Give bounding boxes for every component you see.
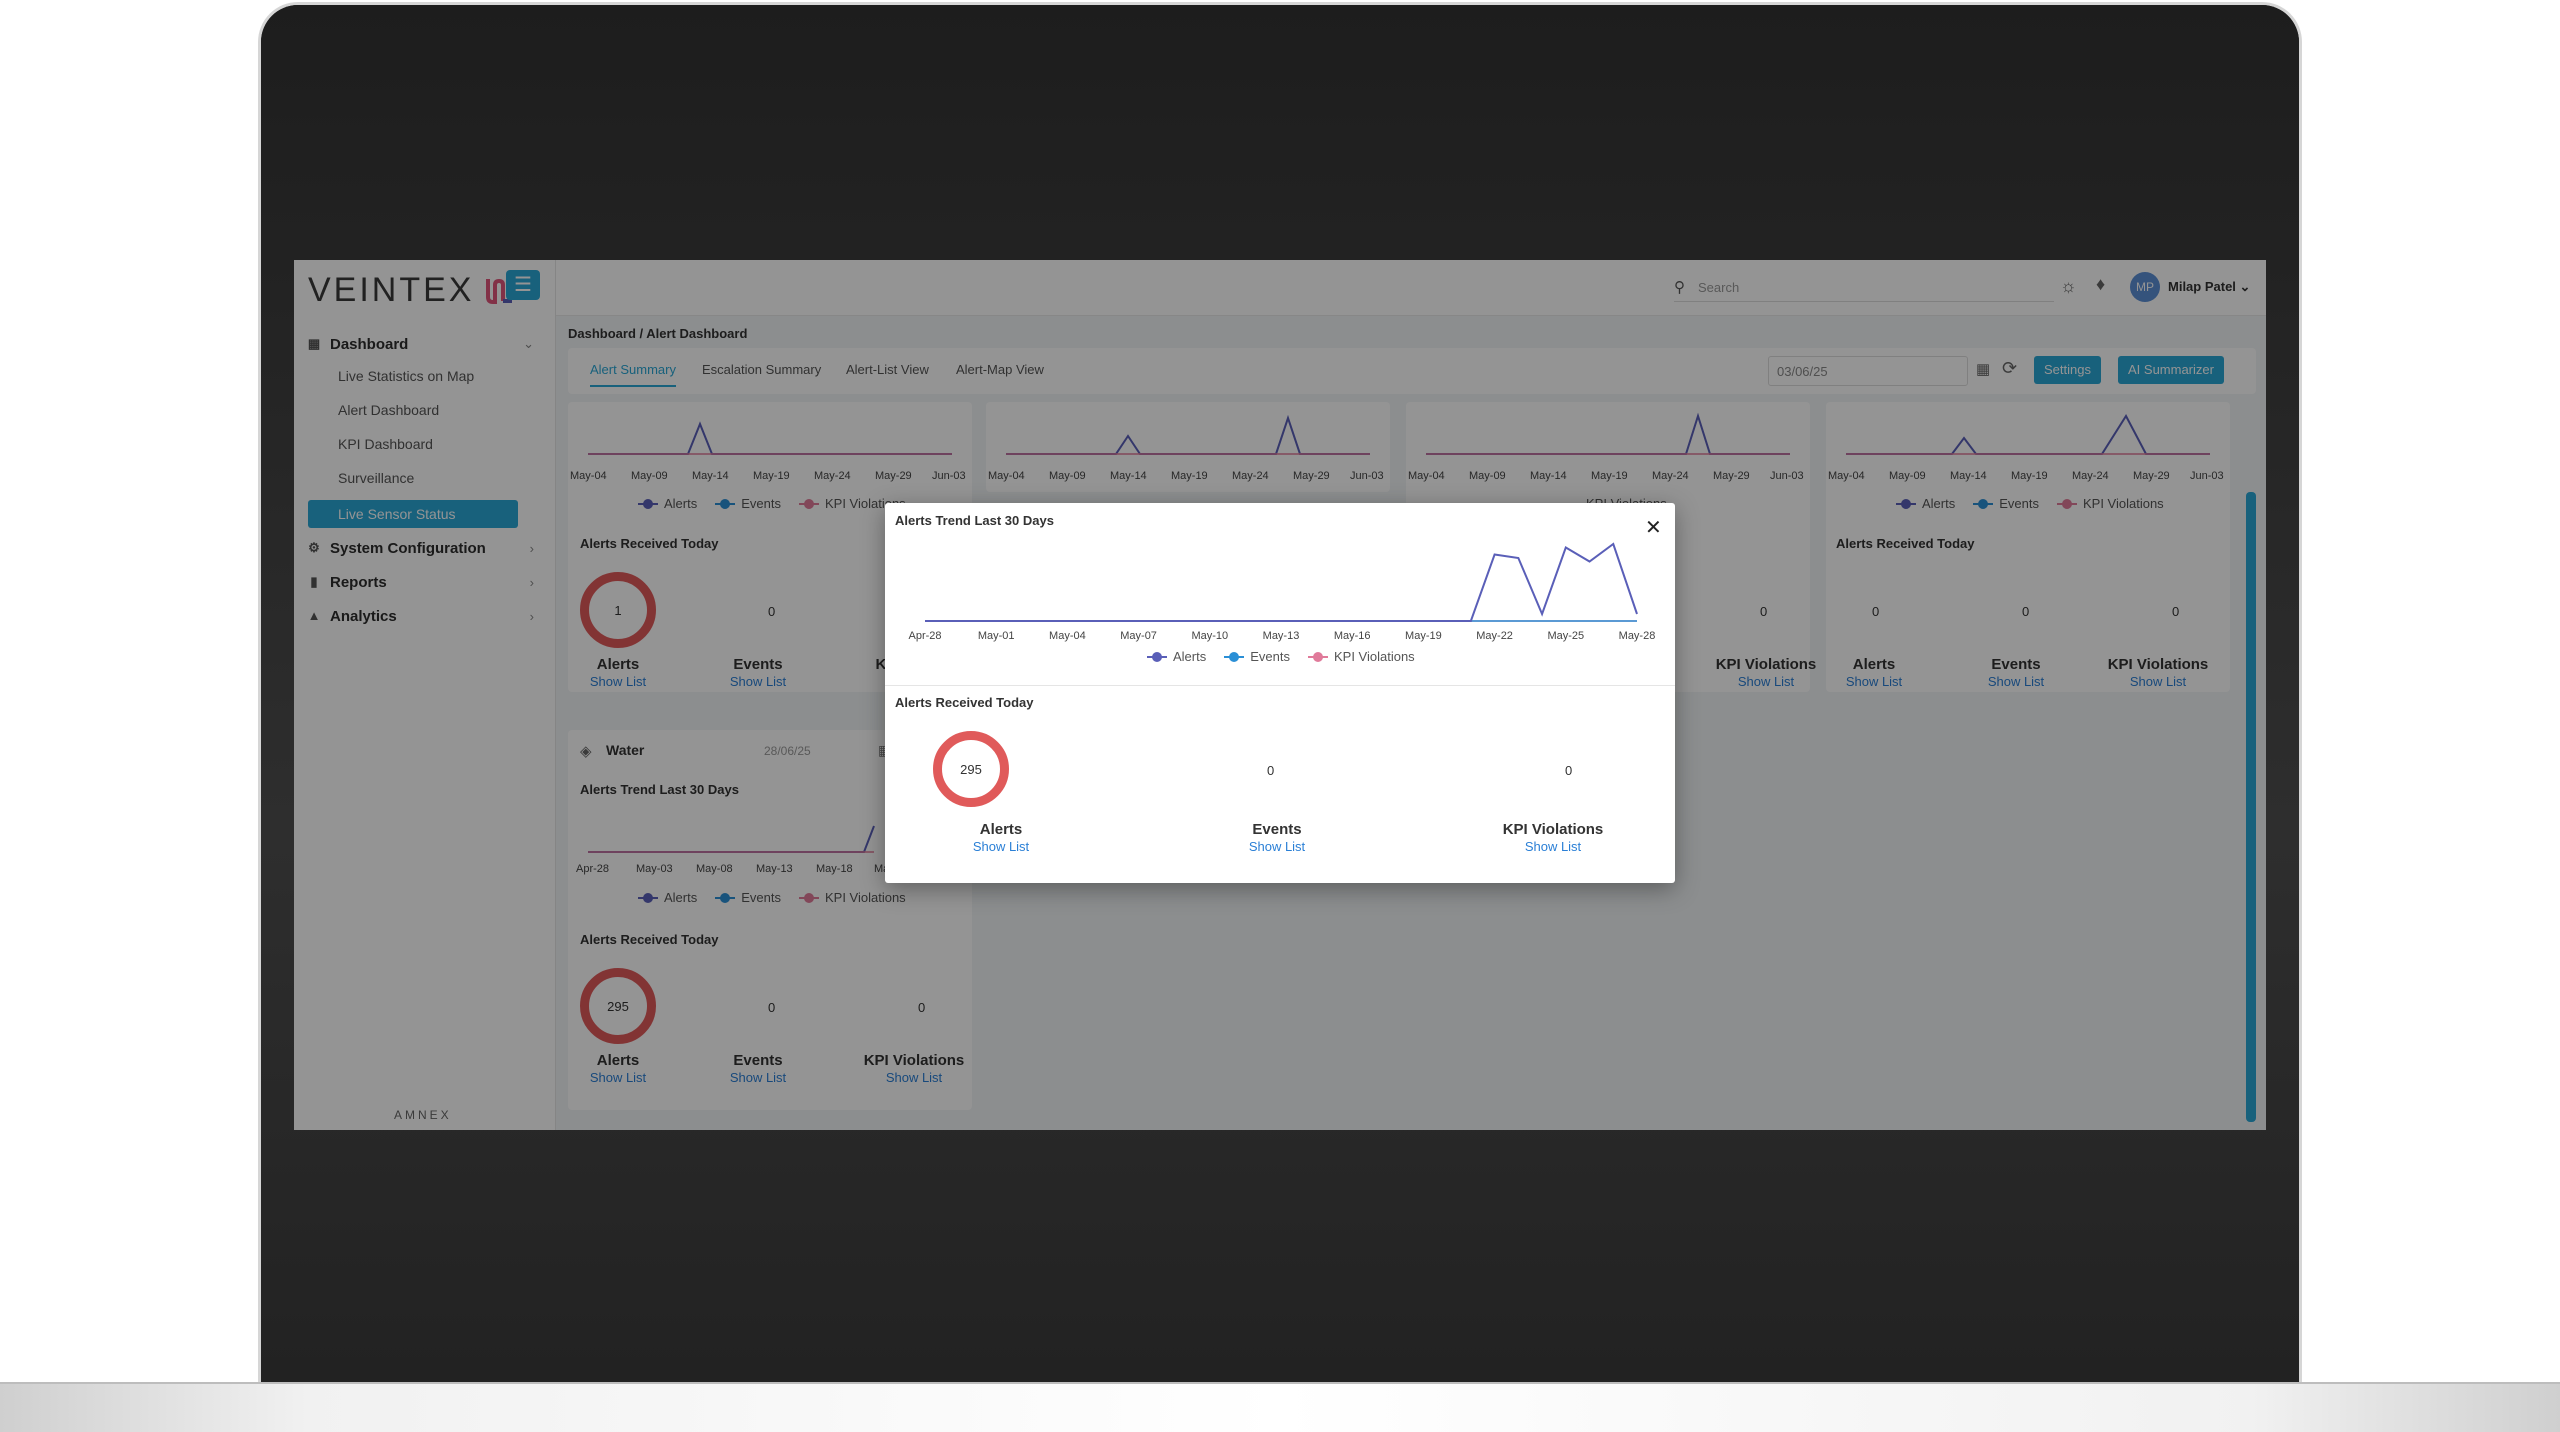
kpi-label: KPI Violations bbox=[1502, 821, 1604, 838]
x-tick-label: May-28 bbox=[1619, 630, 1656, 642]
x-tick-label: May-07 bbox=[1120, 630, 1157, 642]
x-tick-label: May-01 bbox=[978, 630, 1015, 642]
kpi-count: 0 bbox=[1565, 763, 1573, 778]
divider bbox=[885, 685, 1675, 686]
modal-received-title: Alerts Received Today bbox=[895, 695, 1034, 710]
kpi-show-list-link[interactable]: Show List bbox=[1483, 839, 1623, 854]
legend-alerts[interactable]: Alerts bbox=[1147, 649, 1206, 664]
x-tick-label: May-10 bbox=[1191, 630, 1228, 642]
x-tick-label: May-04 bbox=[1049, 630, 1086, 642]
modal-trend-chart: Apr-28 May-01 May-04 May-07 May-10 May-13 May-… bbox=[908, 542, 1656, 642]
alerts-show-list-link[interactable]: Show List bbox=[931, 839, 1071, 854]
modal-trend-title: Alerts Trend Last 30 Days bbox=[895, 513, 1054, 528]
x-tick-label: May-22 bbox=[1476, 630, 1513, 642]
legend-kpi[interactable]: KPI Violations bbox=[1307, 649, 1415, 664]
series-line-alerts bbox=[925, 542, 1638, 622]
alerts-donut: 295 bbox=[933, 731, 1009, 807]
legend-events[interactable]: Events bbox=[1224, 649, 1290, 664]
events-show-list-link[interactable]: Show List bbox=[1207, 839, 1347, 854]
events-label: Events bbox=[1252, 821, 1302, 838]
chart-legend: Alerts Events KPI Violations bbox=[1147, 649, 1415, 664]
alert-trend-modal: Alerts Trend Last 30 Days ✕ Apr-28 May-01… bbox=[885, 503, 1675, 883]
x-tick-label: Apr-28 bbox=[908, 630, 941, 642]
laptop-base bbox=[0, 1382, 2560, 1432]
x-tick-label: May-19 bbox=[1405, 630, 1442, 642]
x-tick-label: May-16 bbox=[1334, 630, 1371, 642]
alerts-label: Alerts bbox=[979, 821, 1023, 838]
x-tick-label: May-13 bbox=[1263, 630, 1300, 642]
x-tick-label: May-25 bbox=[1547, 630, 1584, 642]
events-count: 0 bbox=[1267, 763, 1275, 778]
